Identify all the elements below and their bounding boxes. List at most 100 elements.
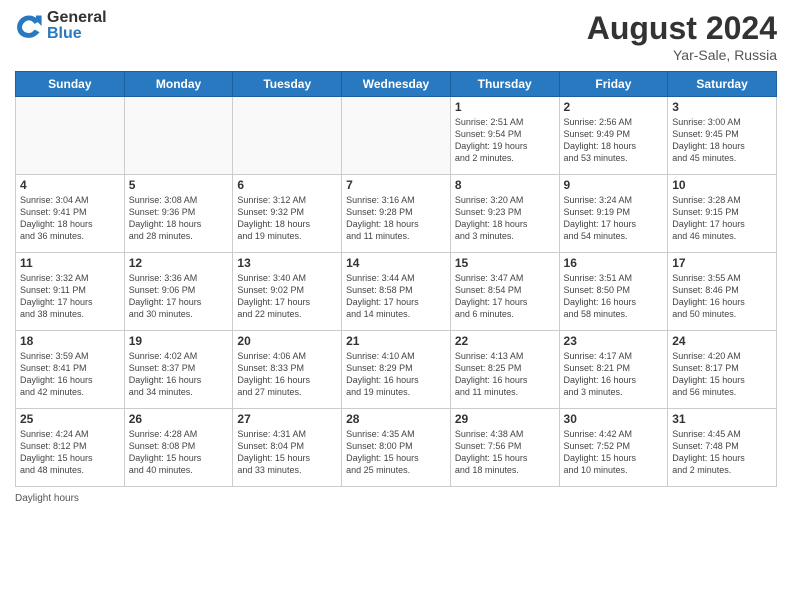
calendar-cell: 30 Sunrise: 4:42 AM Sunset: 7:52 PM Dayli… — [559, 409, 668, 487]
day-number: 26 — [129, 412, 229, 426]
day-info: Sunrise: 2:51 AM Sunset: 9:54 PM Dayligh… — [455, 116, 555, 165]
day-number: 10 — [672, 178, 772, 192]
day-number: 27 — [237, 412, 337, 426]
calendar-cell: 15 Sunrise: 3:47 AM Sunset: 8:54 PM Dayli… — [450, 253, 559, 331]
calendar-cell: 21Sunrise: 4:10 AM Sunset: 8:29 PM Dayli… — [342, 331, 451, 409]
day-info: Sunrise: 3:12 AM Sunset: 9:32 PM Dayligh… — [237, 194, 337, 243]
calendar-cell: 11 Sunrise: 3:32 AM Sunset: 9:11 PM Dayli… — [16, 253, 125, 331]
day-info: Sunrise: 4:06 AM Sunset: 8:33 PM Dayligh… — [237, 350, 337, 399]
calendar-header-row: Sunday Monday Tuesday Wednesday Thursday… — [16, 72, 777, 97]
day-info: Sunrise: 4:42 AM Sunset: 7:52 PM Dayligh… — [564, 428, 664, 477]
calendar-cell: 10 Sunrise: 3:28 AM Sunset: 9:15 PM Dayli… — [668, 175, 777, 253]
calendar-cell: 28 Sunrise: 4:35 AM Sunset: 8:00 PM Dayli… — [342, 409, 451, 487]
calendar-cell: 24Sunrise: 4:20 AM Sunset: 8:17 PM Dayli… — [668, 331, 777, 409]
day-number: 21 — [346, 334, 446, 348]
calendar-cell: 25Sunrise: 4:24 AM Sunset: 8:12 PM Dayli… — [16, 409, 125, 487]
logo: General Blue — [15, 10, 107, 42]
calendar: Sunday Monday Tuesday Wednesday Thursday… — [15, 71, 777, 487]
calendar-cell — [342, 97, 451, 175]
calendar-cell: 31 Sunrise: 4:45 AM Sunset: 7:48 PM Dayli… — [668, 409, 777, 487]
header-thursday: Thursday — [450, 72, 559, 97]
calendar-cell: 4 Sunrise: 3:04 AM Sunset: 9:41 PM Daylig… — [16, 175, 125, 253]
day-info: Sunrise: 2:56 AM Sunset: 9:49 PM Dayligh… — [564, 116, 664, 165]
header-saturday: Saturday — [668, 72, 777, 97]
day-info: Sunrise: 3:47 AM Sunset: 8:54 PM Dayligh… — [455, 272, 555, 321]
day-number: 23 — [564, 334, 664, 348]
calendar-cell: 18 Sunrise: 3:59 AM Sunset: 8:41 PM Dayli… — [16, 331, 125, 409]
day-number: 15 — [455, 256, 555, 270]
calendar-cell: 23 Sunrise: 4:17 AM Sunset: 8:21 PM Dayli… — [559, 331, 668, 409]
calendar-cell: 27 Sunrise: 4:31 AM Sunset: 8:04 PM Dayli… — [233, 409, 342, 487]
day-info: Sunrise: 3:24 AM Sunset: 9:19 PM Dayligh… — [564, 194, 664, 243]
header-sunday: Sunday — [16, 72, 125, 97]
day-info: Sunrise: 4:24 AM Sunset: 8:12 PM Dayligh… — [20, 428, 120, 477]
day-info: Sunrise: 3:40 AM Sunset: 9:02 PM Dayligh… — [237, 272, 337, 321]
month-year: August 2024 — [587, 10, 777, 47]
calendar-cell: 3Sunrise: 3:00 AM Sunset: 9:45 PM Daylig… — [668, 97, 777, 175]
calendar-cell: 17 Sunrise: 3:55 AM Sunset: 8:46 PM Dayli… — [668, 253, 777, 331]
day-info: Sunrise: 3:32 AM Sunset: 9:11 PM Dayligh… — [20, 272, 120, 321]
day-number: 11 — [20, 256, 120, 270]
day-number: 31 — [672, 412, 772, 426]
day-number: 6 — [237, 178, 337, 192]
calendar-cell: 19 Sunrise: 4:02 AM Sunset: 8:37 PM Dayli… — [124, 331, 233, 409]
day-number: 3 — [672, 100, 772, 114]
calendar-cell — [233, 97, 342, 175]
day-number: 30 — [564, 412, 664, 426]
title-block: August 2024 Yar-Sale, Russia — [587, 10, 777, 63]
day-info: Sunrise: 4:13 AM Sunset: 8:25 PM Dayligh… — [455, 350, 555, 399]
calendar-cell: 7Sunrise: 3:16 AM Sunset: 9:28 PM Daylig… — [342, 175, 451, 253]
day-number: 29 — [455, 412, 555, 426]
day-info: Sunrise: 4:35 AM Sunset: 8:00 PM Dayligh… — [346, 428, 446, 477]
logo-general-text: General — [47, 10, 107, 26]
day-info: Sunrise: 3:55 AM Sunset: 8:46 PM Dayligh… — [672, 272, 772, 321]
day-number: 19 — [129, 334, 229, 348]
day-number: 9 — [564, 178, 664, 192]
day-number: 2 — [564, 100, 664, 114]
day-number: 13 — [237, 256, 337, 270]
day-number: 16 — [564, 256, 664, 270]
calendar-cell: 13 Sunrise: 3:40 AM Sunset: 9:02 PM Dayli… — [233, 253, 342, 331]
day-number: 8 — [455, 178, 555, 192]
day-info: Sunrise: 3:44 AM Sunset: 8:58 PM Dayligh… — [346, 272, 446, 321]
calendar-week-row: 11 Sunrise: 3:32 AM Sunset: 9:11 PM Dayli… — [16, 253, 777, 331]
calendar-cell: 2 Sunrise: 2:56 AM Sunset: 9:49 PM Daylig… — [559, 97, 668, 175]
day-info: Sunrise: 3:04 AM Sunset: 9:41 PM Dayligh… — [20, 194, 120, 243]
day-number: 4 — [20, 178, 120, 192]
calendar-cell: 16 Sunrise: 3:51 AM Sunset: 8:50 PM Dayli… — [559, 253, 668, 331]
day-info: Sunrise: 4:38 AM Sunset: 7:56 PM Dayligh… — [455, 428, 555, 477]
calendar-week-row: 1 Sunrise: 2:51 AM Sunset: 9:54 PM Daylig… — [16, 97, 777, 175]
day-number: 1 — [455, 100, 555, 114]
calendar-cell: 26 Sunrise: 4:28 AM Sunset: 8:08 PM Dayli… — [124, 409, 233, 487]
day-number: 14 — [346, 256, 446, 270]
day-info: Sunrise: 4:02 AM Sunset: 8:37 PM Dayligh… — [129, 350, 229, 399]
header-monday: Monday — [124, 72, 233, 97]
calendar-cell — [124, 97, 233, 175]
calendar-cell: 12Sunrise: 3:36 AM Sunset: 9:06 PM Dayli… — [124, 253, 233, 331]
calendar-cell: 8 Sunrise: 3:20 AM Sunset: 9:23 PM Daylig… — [450, 175, 559, 253]
day-info: Sunrise: 3:59 AM Sunset: 8:41 PM Dayligh… — [20, 350, 120, 399]
logo-icon — [15, 12, 43, 40]
day-info: Sunrise: 3:51 AM Sunset: 8:50 PM Dayligh… — [564, 272, 664, 321]
day-number: 17 — [672, 256, 772, 270]
day-info: Sunrise: 3:28 AM Sunset: 9:15 PM Dayligh… — [672, 194, 772, 243]
location: Yar-Sale, Russia — [587, 47, 777, 63]
day-info: Sunrise: 4:45 AM Sunset: 7:48 PM Dayligh… — [672, 428, 772, 477]
day-info: Sunrise: 4:31 AM Sunset: 8:04 PM Dayligh… — [237, 428, 337, 477]
header-friday: Friday — [559, 72, 668, 97]
day-info: Sunrise: 4:17 AM Sunset: 8:21 PM Dayligh… — [564, 350, 664, 399]
calendar-week-row: 18 Sunrise: 3:59 AM Sunset: 8:41 PM Dayli… — [16, 331, 777, 409]
calendar-cell: 6 Sunrise: 3:12 AM Sunset: 9:32 PM Daylig… — [233, 175, 342, 253]
calendar-cell: 29 Sunrise: 4:38 AM Sunset: 7:56 PM Dayli… — [450, 409, 559, 487]
header: General Blue August 2024 Yar-Sale, Russi… — [15, 10, 777, 63]
calendar-cell: 9 Sunrise: 3:24 AM Sunset: 9:19 PM Daylig… — [559, 175, 668, 253]
day-number: 5 — [129, 178, 229, 192]
header-wednesday: Wednesday — [342, 72, 451, 97]
day-number: 18 — [20, 334, 120, 348]
day-number: 28 — [346, 412, 446, 426]
day-info: Sunrise: 3:36 AM Sunset: 9:06 PM Dayligh… — [129, 272, 229, 321]
calendar-cell: 20Sunrise: 4:06 AM Sunset: 8:33 PM Dayli… — [233, 331, 342, 409]
day-info: Sunrise: 3:20 AM Sunset: 9:23 PM Dayligh… — [455, 194, 555, 243]
day-number: 7 — [346, 178, 446, 192]
day-info: Sunrise: 4:28 AM Sunset: 8:08 PM Dayligh… — [129, 428, 229, 477]
